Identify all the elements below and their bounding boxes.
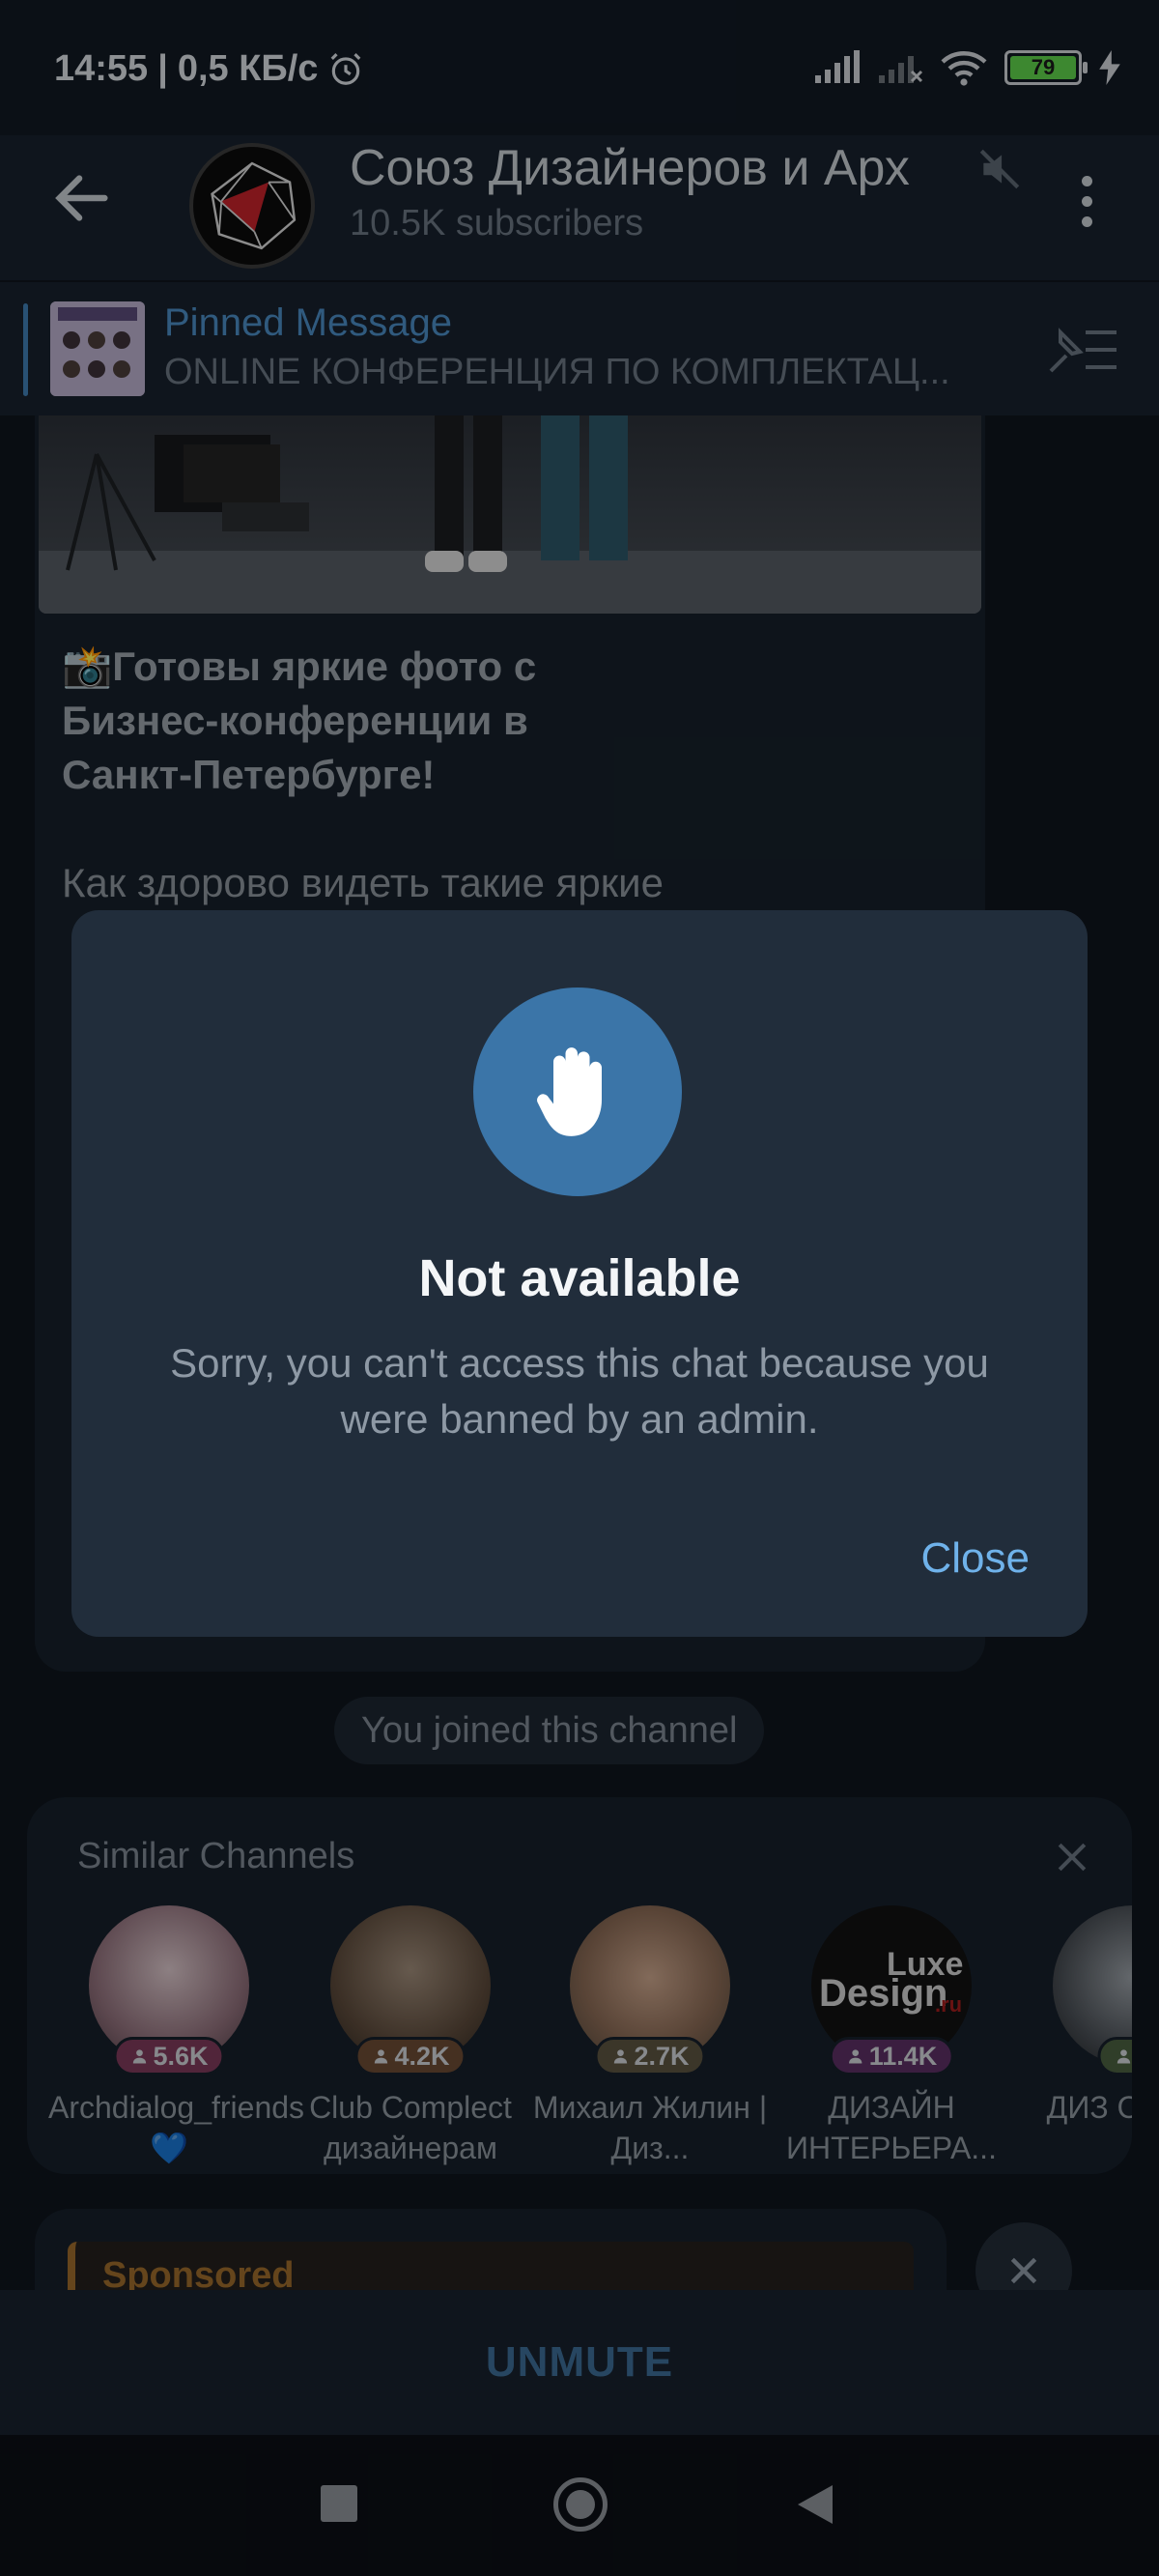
not-available-dialog: Not available Sorry, you can't access th… [71, 910, 1088, 1637]
dialog-close-button[interactable]: Close [921, 1534, 1031, 1583]
hand-stop-icon [473, 987, 682, 1196]
dialog-title: Not available [418, 1249, 741, 1307]
dialog-message: Sorry, you can't access this chat becaus… [170, 1340, 989, 1442]
